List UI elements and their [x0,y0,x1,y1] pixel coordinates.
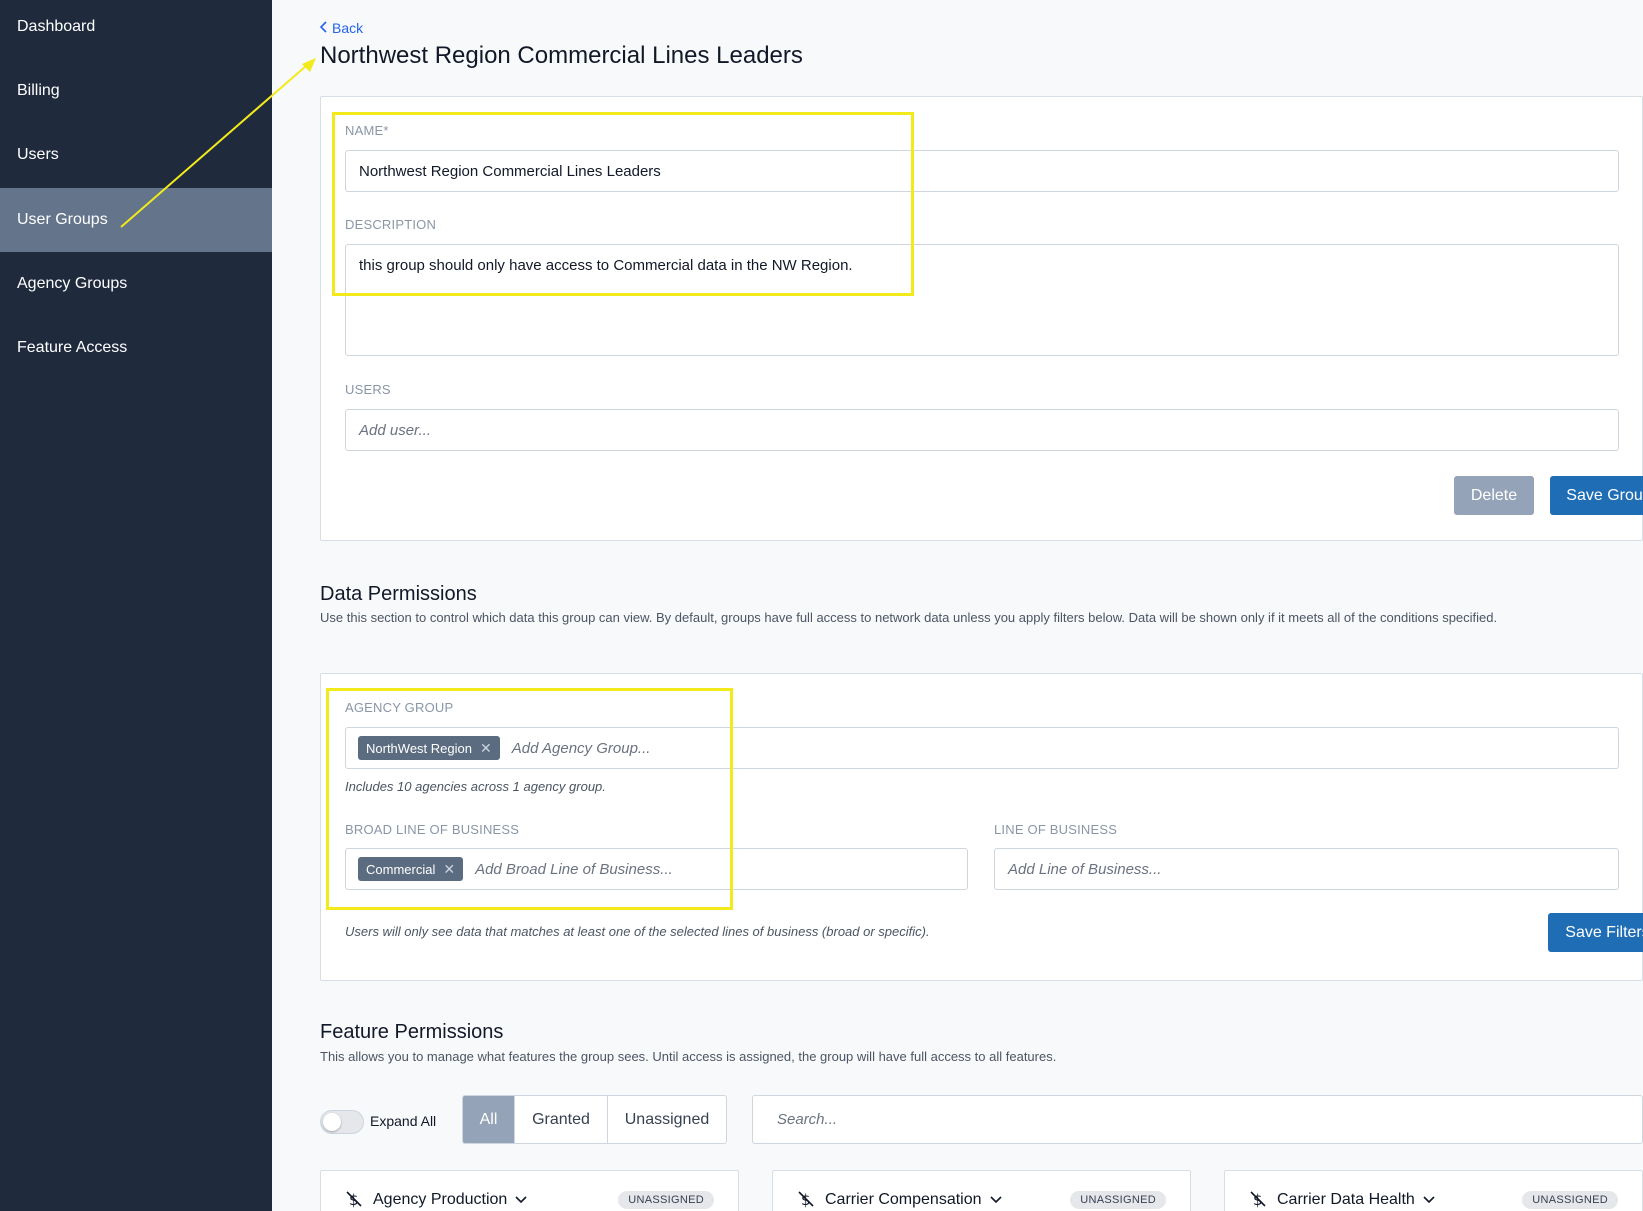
filter-granted[interactable]: Granted [515,1096,608,1143]
feature-card-agency-production[interactable]: $ Agency Production UNASSIGNED [320,1170,739,1211]
feature-search-input[interactable]: Search... [752,1095,1643,1144]
feature-card-name: Agency Production [373,1191,508,1208]
feature-permissions-description: This allows you to manage what features … [320,1049,1057,1064]
status-badge: UNASSIGNED [1522,1191,1618,1209]
broad-lob-label: BROAD LINE OF BUSINESS [345,822,520,837]
search-placeholder: Search... [777,1111,838,1128]
no-dollar-icon: $ [797,1190,815,1211]
no-dollar-icon: $ [345,1190,363,1211]
feature-filter-tabs: All Granted Unassigned [462,1095,727,1144]
feature-permissions-title: Feature Permissions [320,1021,504,1043]
sidebar-item-billing[interactable]: Billing [0,59,272,123]
broad-lob-chip: Commercial ✕ [358,857,464,881]
lob-label: LINE OF BUSINESS [994,822,1118,837]
sidebar-item-feature-access[interactable]: Feature Access [0,316,272,380]
data-permissions-card: AGENCY GROUP NorthWest Region ✕ Add Agen… [320,673,1643,981]
name-value: Northwest Region Commercial Lines Leader… [359,162,661,180]
no-dollar-icon: $ [1249,1190,1267,1211]
feature-card-title: Carrier Compensation [825,1191,1002,1209]
main-content: Back Northwest Region Commercial Lines L… [272,0,1643,1211]
chevron-down-icon[interactable] [515,1191,527,1209]
page-title: Northwest Region Commercial Lines Leader… [320,42,803,69]
agency-group-placeholder: Add Agency Group... [511,739,651,757]
feature-card-title: Agency Production [373,1191,527,1209]
agency-group-label: AGENCY GROUP [345,700,454,715]
users-label: USERS [345,382,391,397]
remove-chip-icon[interactable]: ✕ [443,861,455,878]
remove-chip-icon[interactable]: ✕ [480,740,492,757]
sidebar: Dashboard Billing Users User Groups Agen… [0,0,272,1211]
delete-button[interactable]: Delete [1454,476,1534,515]
filter-unassigned[interactable]: Unassigned [608,1096,726,1143]
description-value: this group should only have access to Co… [359,257,853,274]
agency-group-note: Includes 10 agencies across 1 agency gro… [345,779,606,794]
broad-lob-input[interactable]: Commercial ✕ Add Broad Line of Business.… [345,848,968,890]
users-input[interactable]: Add user... [345,409,1619,451]
description-field[interactable]: this group should only have access to Co… [345,244,1619,356]
feature-card-name: Carrier Compensation [825,1191,982,1208]
lob-placeholder: Add Line of Business... [1008,860,1162,878]
sidebar-item-agency-groups[interactable]: Agency Groups [0,252,272,316]
chevron-down-icon[interactable] [1423,1191,1435,1209]
status-badge: UNASSIGNED [618,1191,714,1209]
agency-group-chip: NorthWest Region ✕ [358,736,500,760]
lob-input[interactable]: Add Line of Business... [994,848,1619,890]
users-placeholder: Add user... [359,421,431,439]
save-group-button[interactable]: Save Group [1550,476,1643,515]
feature-card-carrier-data-health[interactable]: $ Carrier Data Health UNASSIGNED [1224,1170,1643,1211]
expand-all-toggle[interactable] [320,1110,364,1134]
lob-note: Users will only see data that matches at… [345,924,930,939]
status-badge: UNASSIGNED [1070,1191,1166,1209]
feature-card-name: Carrier Data Health [1277,1191,1415,1208]
broad-lob-placeholder: Add Broad Line of Business... [475,860,673,878]
back-link[interactable]: Back [319,20,364,36]
feature-card-title: Carrier Data Health [1277,1191,1435,1209]
agency-group-chip-label: NorthWest Region [366,740,472,756]
sidebar-item-dashboard[interactable]: Dashboard [0,0,272,59]
expand-all-label: Expand All [370,1113,437,1129]
name-field[interactable]: Northwest Region Commercial Lines Leader… [345,150,1619,192]
description-label: DESCRIPTION [345,217,437,232]
filter-all[interactable]: All [463,1096,515,1143]
save-filters-button[interactable]: Save Filters [1548,913,1643,952]
sidebar-item-users[interactable]: Users [0,123,272,187]
sidebar-item-user-groups[interactable]: User Groups [0,188,272,252]
broad-lob-chip-label: Commercial [366,861,436,877]
group-form-card: NAME* Northwest Region Commercial Lines … [320,96,1643,541]
feature-card-carrier-compensation[interactable]: $ Carrier Compensation UNASSIGNED [772,1170,1191,1211]
chevron-left-icon [319,20,328,36]
back-label: Back [332,20,364,36]
name-label: NAME* [345,123,389,138]
data-permissions-title: Data Permissions [320,583,477,605]
agency-group-input[interactable]: NorthWest Region ✕ Add Agency Group... [345,727,1619,769]
chevron-down-icon[interactable] [989,1191,1002,1209]
data-permissions-description: Use this section to control which data t… [320,610,1498,625]
